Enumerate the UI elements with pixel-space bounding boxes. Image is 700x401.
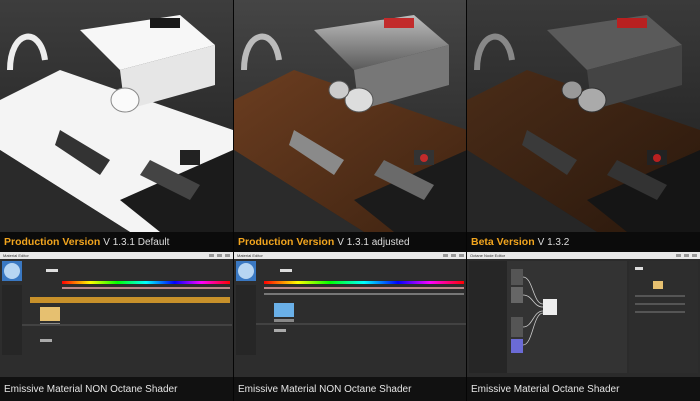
shader-label: Emissive Material NON Octane Shader [234,377,467,401]
panel-production-default: Production Version V 1.3.1 Default Mater… [0,0,233,401]
panel-beta: Beta Version V 1.3.2 Octane Node Editor [467,0,700,401]
render-preview [0,0,233,232]
editor-title: Material Editor [3,253,29,258]
render-preview [234,0,467,232]
version-caption: Production Version V 1.3.1 adjusted [234,232,467,252]
editor-title: Material Editor [237,253,263,258]
panel-production-adjusted: Production Version V 1.3.1 adjusted Mate… [234,0,467,401]
shader-label-text: Emissive Material Octane Shader [471,383,620,395]
version-caption: Beta Version V 1.3.2 [467,232,700,252]
render-image-dark-metal [467,0,700,232]
version-name: Beta Version [471,236,535,248]
editor-body [467,259,700,377]
close-icon[interactable] [225,254,230,257]
version-caption: Production Version V 1.3.1 Default [0,232,233,252]
render-preview [467,0,700,232]
node-editor-screenshot: Octane Node Editor [467,252,700,377]
editor-body [0,259,233,377]
editor-titlebar: Material Editor [234,252,467,259]
version-name: Production Version [4,236,101,248]
editor-title: Octane Node Editor [470,253,506,258]
material-editor-screenshot: Material Editor [0,252,233,377]
shader-label-text: Emissive Material NON Octane Shader [238,383,412,395]
maximize-icon[interactable] [217,254,222,257]
minimize-icon[interactable] [209,254,214,257]
render-image-white-clay [0,0,233,232]
maximize-icon[interactable] [684,254,689,257]
material-editor-screenshot: Material Editor [234,252,467,377]
close-icon[interactable] [459,254,464,257]
shader-label: Emissive Material NON Octane Shader [0,377,233,401]
maximize-icon[interactable] [451,254,456,257]
minimize-icon[interactable] [443,254,448,257]
version-detail: V 1.3.1 Default [103,236,170,248]
editor-titlebar: Material Editor [0,252,233,259]
comparison-grid: Production Version V 1.3.1 Default Mater… [0,0,700,401]
render-image-chrome-wood [234,0,467,232]
version-name: Production Version [238,236,335,248]
version-detail: V 1.3.1 adjusted [337,236,410,248]
shader-label: Emissive Material Octane Shader [467,377,700,401]
version-detail: V 1.3.2 [537,236,570,248]
minimize-icon[interactable] [676,254,681,257]
shader-label-text: Emissive Material NON Octane Shader [4,383,178,395]
close-icon[interactable] [692,254,697,257]
editor-titlebar: Octane Node Editor [467,252,700,259]
editor-body [234,259,467,377]
